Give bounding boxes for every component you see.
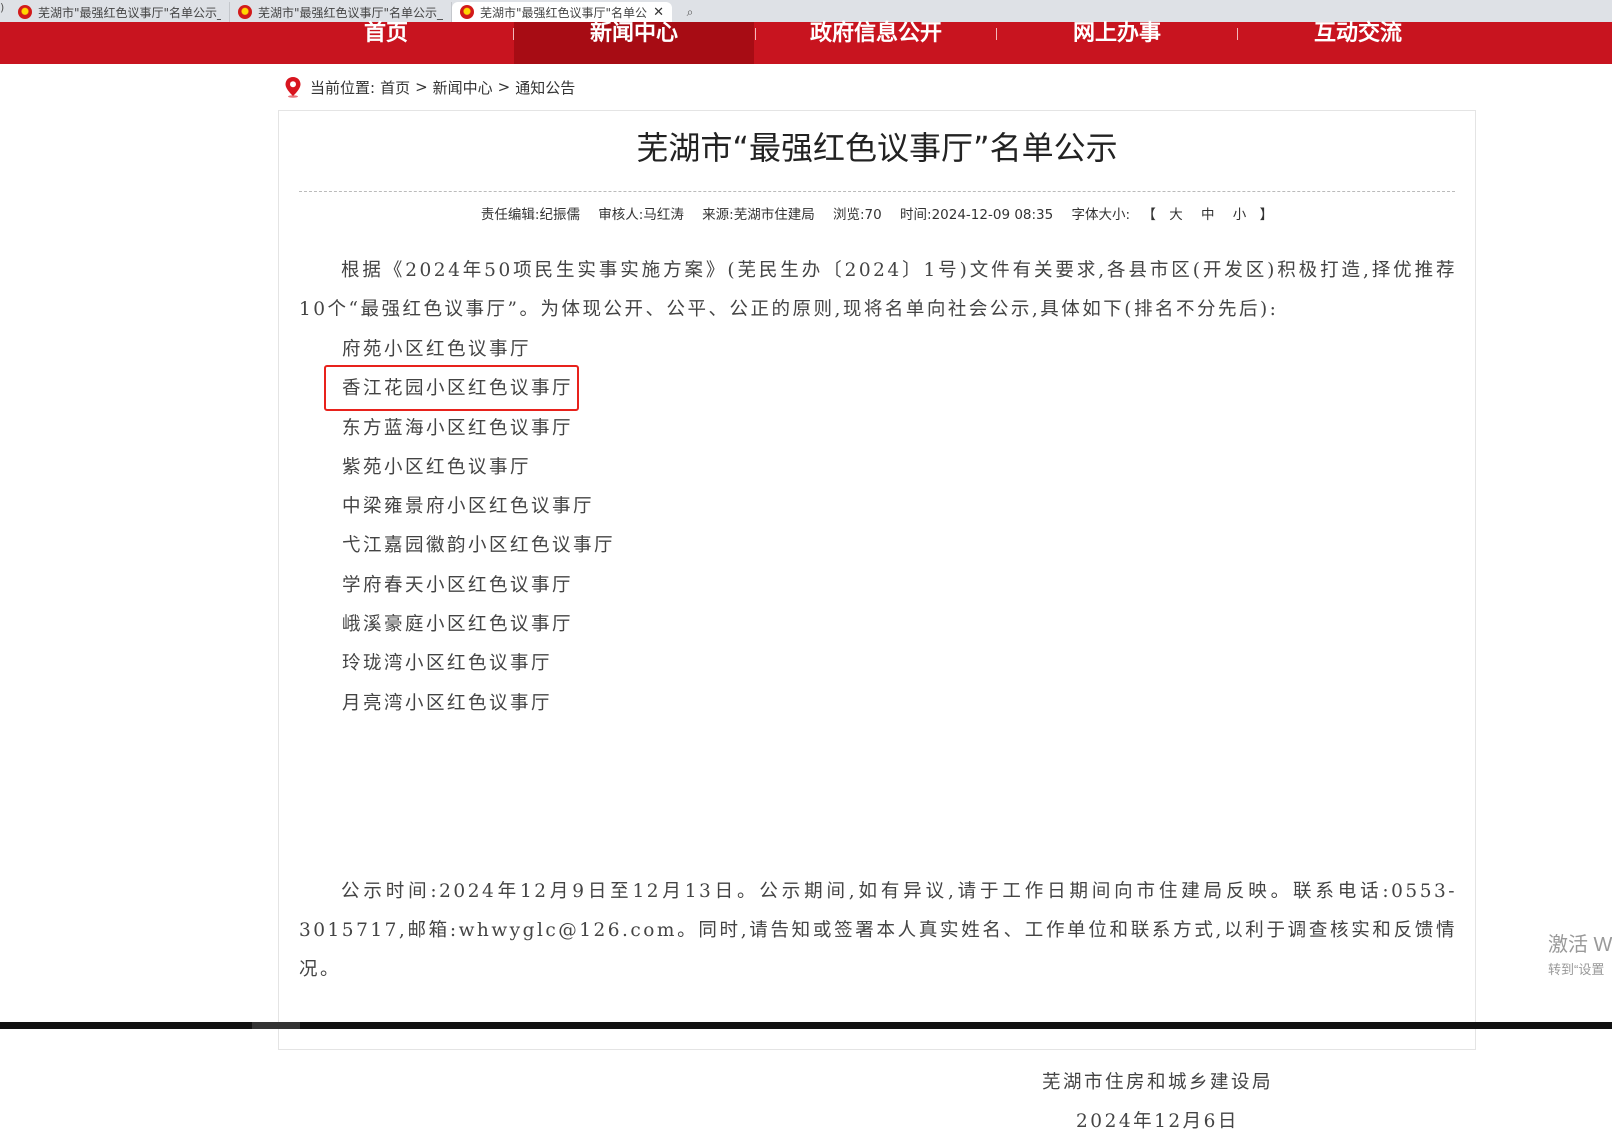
signature-date: 2024年12月6日 bbox=[1076, 1111, 1239, 1132]
meta-time: 时间:2024-12-09 08:35 bbox=[900, 207, 1054, 223]
nav-item-gov-info[interactable]: 政府信息公开 bbox=[756, 22, 996, 64]
list-item: 月亮湾小区红色议事厅 bbox=[342, 692, 553, 714]
article-meta: 责任编辑:纪振儒 审核人:马红涛 来源:芜湖市住建局 浏览:70 时间:2024… bbox=[279, 203, 1475, 223]
tab-search-icon[interactable]: ⌕ bbox=[672, 2, 708, 22]
list-item: 紫苑小区红色议事厅 bbox=[342, 456, 532, 478]
font-size-medium-link[interactable]: 中 bbox=[1201, 207, 1215, 223]
browser-tab-title: 芜湖市"最强红色议事厅"名单公示 bbox=[480, 5, 648, 20]
browser-tab-title: 芜湖市"最强红色议事厅"名单公示_ bbox=[38, 5, 221, 20]
breadcrumb-separator: > bbox=[497, 78, 511, 96]
article-title: 芜湖市“最强红色议事厅”名单公示 bbox=[636, 129, 1118, 167]
bracket-open: 【 bbox=[1142, 207, 1156, 223]
taskbar-edge bbox=[0, 1022, 1612, 1029]
browser-tab[interactable]: 芜湖市"最强红色议事厅"名单公示_ bbox=[10, 2, 230, 22]
breadcrumb-home-link[interactable]: 首页 bbox=[380, 77, 410, 98]
gov-emblem-favicon-icon bbox=[238, 5, 252, 19]
gov-emblem-favicon-icon bbox=[18, 5, 32, 19]
list-item: 府苑小区红色议事厅 bbox=[342, 339, 532, 360]
font-size-large-link[interactable]: 大 bbox=[1169, 207, 1183, 223]
browser-tab-strip: ) 芜湖市"最强红色议事厅"名单公示_ 芜湖市"最强红色议事厅"名单公示_ 芜湖… bbox=[0, 0, 1612, 22]
browser-tab[interactable]: 芜湖市"最强红色议事厅"名单公示_ bbox=[230, 2, 452, 22]
notice-paragraph: 公示时间:2024年12月9日至12月13日。公示期间,如有异议,请于工作日期间… bbox=[299, 881, 1457, 980]
meta-editor: 责任编辑:纪振儒 bbox=[480, 207, 580, 223]
font-size-label: 字体大小: bbox=[1071, 207, 1131, 223]
nav-item-online-services[interactable]: 网上办事 bbox=[997, 22, 1237, 64]
browser-tab-title: 芜湖市"最强红色议事厅"名单公示_ bbox=[258, 5, 443, 20]
breadcrumb: 当前位置: 首页 > 新闻中心 > 通知公告 bbox=[284, 76, 580, 98]
intro-paragraph: 根据《2024年50项民生实事实施方案》(芜民生办〔2024〕1号)文件有关要求… bbox=[299, 260, 1457, 320]
breadcrumb-news-link[interactable]: 新闻中心 bbox=[433, 77, 493, 98]
list-item: 中梁雍景府小区红色议事厅 bbox=[342, 496, 595, 518]
location-pin-icon bbox=[285, 77, 301, 98]
nav-item-home[interactable]: 首页 bbox=[266, 22, 506, 64]
meta-reviewer: 审核人:马红涛 bbox=[598, 207, 684, 223]
tab-scroll-edge[interactable]: ) bbox=[0, 0, 10, 22]
font-size-control: 字体大小: 【 大 中 小 】 bbox=[1072, 207, 1274, 223]
taskbar-button[interactable] bbox=[252, 1022, 300, 1029]
meta-source: 来源:芜湖市住建局 bbox=[702, 207, 815, 223]
list-item: 东方蓝海小区红色议事厅 bbox=[342, 417, 574, 439]
signature-block: 芜湖市住房和城乡建设局 2024年12月6日 bbox=[1042, 1063, 1273, 1141]
gov-emblem-favicon-icon bbox=[460, 5, 474, 19]
nav-item-news[interactable]: 新闻中心 bbox=[514, 22, 754, 64]
breadcrumb-separator: > bbox=[415, 78, 428, 96]
browser-tab-active[interactable]: 芜湖市"最强红色议事厅"名单公示 ✕ bbox=[452, 2, 672, 22]
list-item: 弋江嘉园徽韵小区红色议事厅 bbox=[342, 535, 616, 557]
activation-watermark: 激活 W 转到“设置 bbox=[1548, 928, 1612, 978]
signature-org: 芜湖市住房和城乡建设局 bbox=[1041, 1072, 1273, 1093]
list-item: 学府春天小区红色议事厅 bbox=[342, 574, 574, 596]
main-nav: 首页 新闻中心 政府信息公开 网上办事 互动交流 bbox=[0, 22, 1612, 64]
font-size-small-link[interactable]: 小 bbox=[1233, 207, 1247, 223]
list-item: 玲珑湾小区红色议事厅 bbox=[342, 653, 553, 675]
watermark-line2: 转到“设置 bbox=[1548, 962, 1605, 977]
article-panel: 芜湖市“最强红色议事厅”名单公示 责任编辑:纪振儒 审核人:马红涛 来源:芜湖市… bbox=[278, 110, 1476, 1132]
list-item: 峨溪豪庭小区红色议事厅 bbox=[342, 614, 574, 636]
close-tab-icon[interactable]: ✕ bbox=[653, 5, 664, 20]
bracket-close: 】 bbox=[1259, 207, 1274, 223]
meta-views: 浏览:70 bbox=[833, 207, 882, 223]
highlight-annotation-box bbox=[324, 365, 579, 411]
nav-item-interaction[interactable]: 互动交流 bbox=[1238, 22, 1478, 64]
title-divider bbox=[299, 191, 1455, 192]
watermark-line1: 激活 W bbox=[1548, 934, 1612, 956]
breadcrumb-label: 当前位置: bbox=[310, 78, 376, 97]
breadcrumb-current[interactable]: 通知公告 bbox=[515, 77, 575, 98]
